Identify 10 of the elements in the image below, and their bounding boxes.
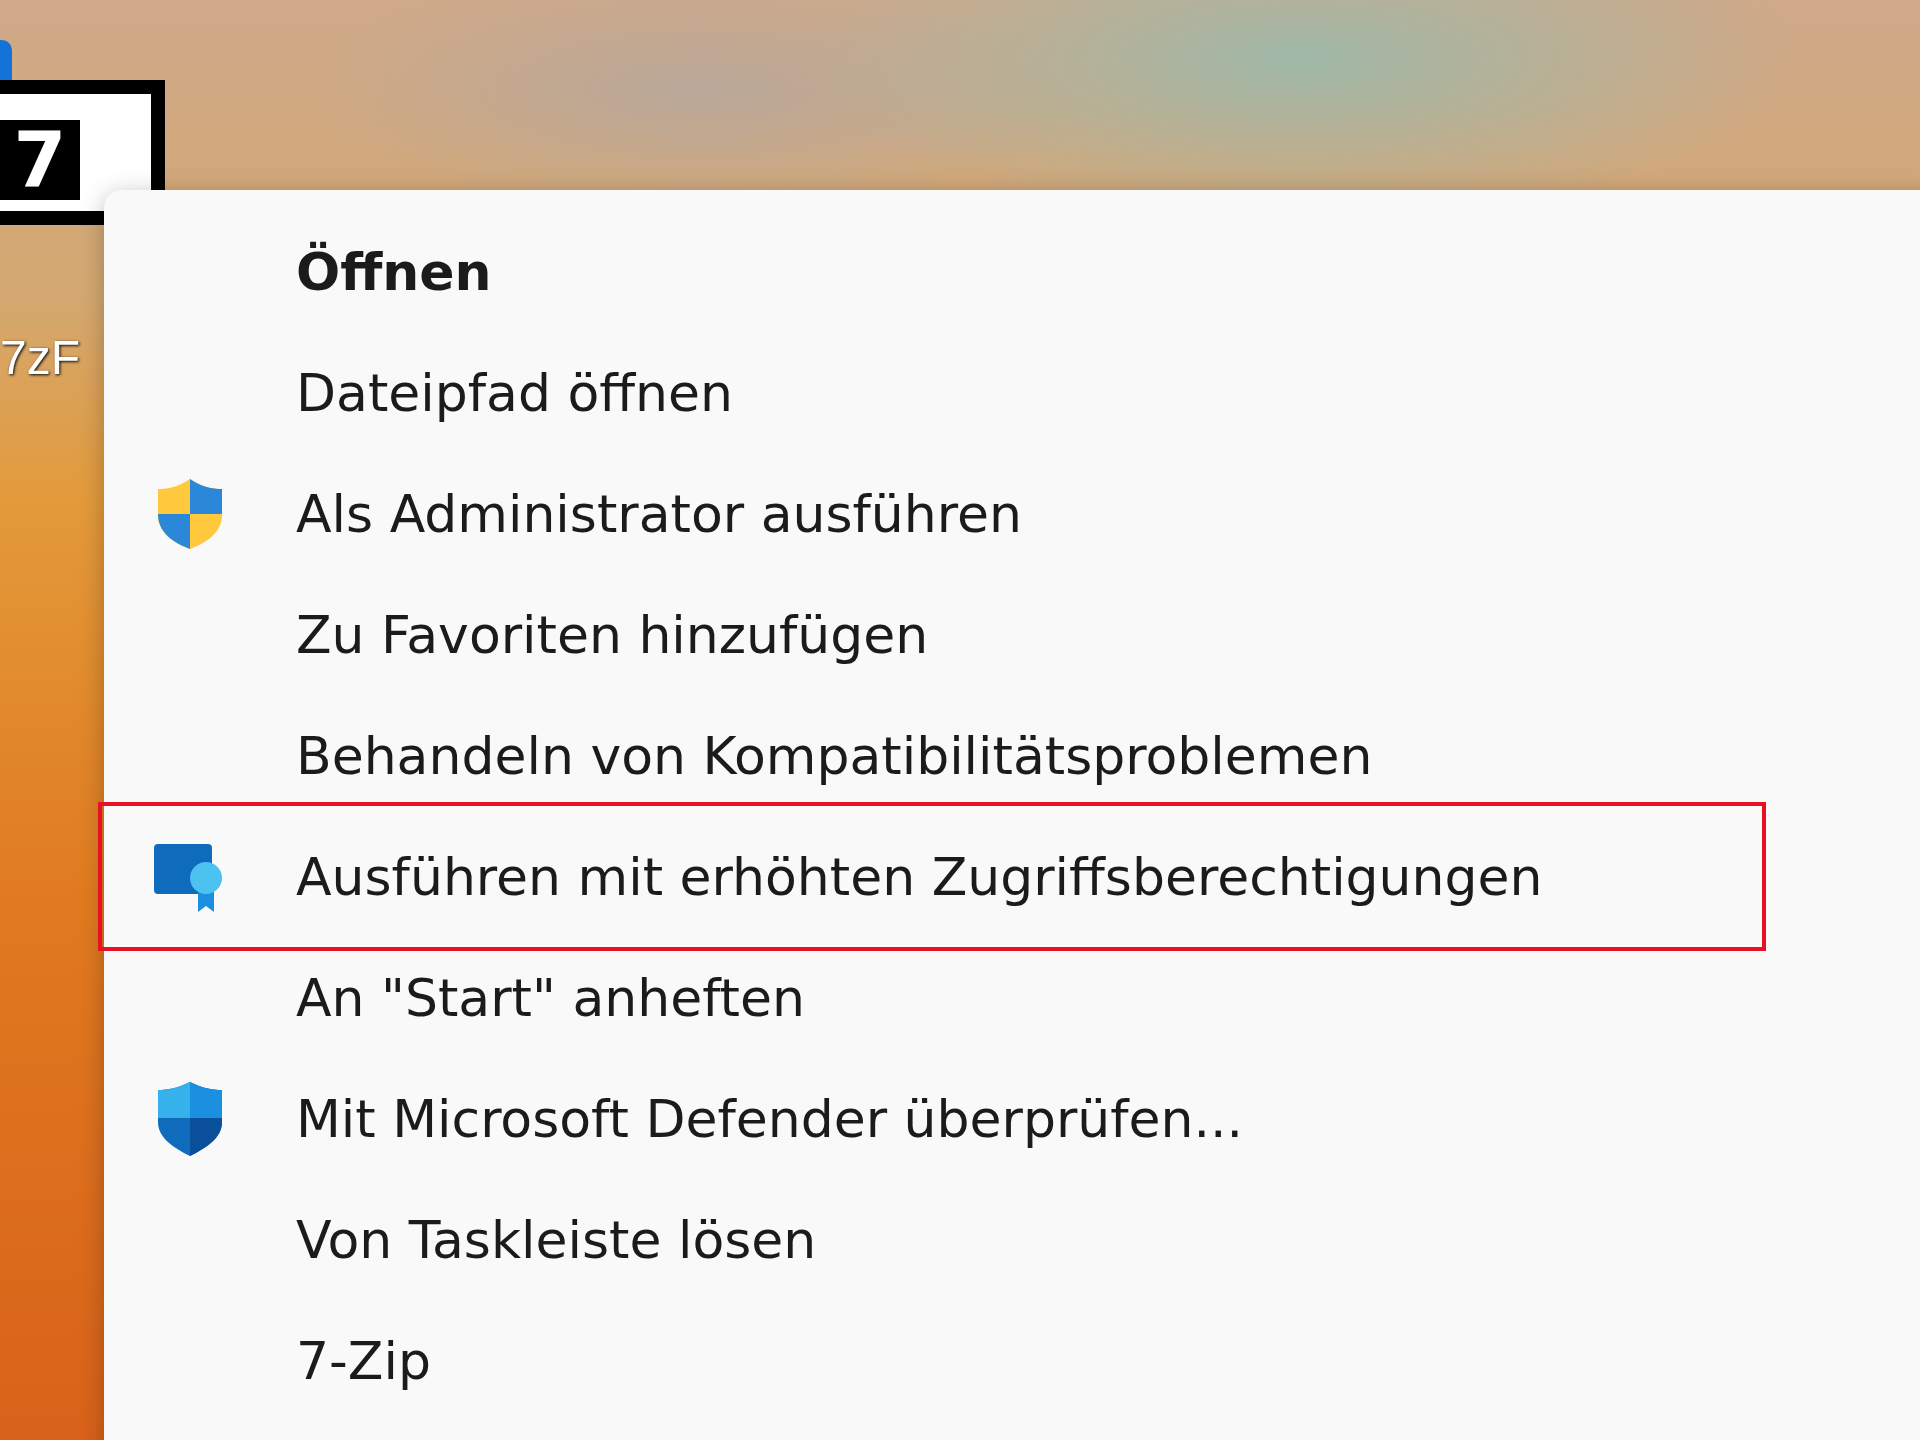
menu-item[interactable]: Ausführen mit erhöhten Zugriffsberechtigungen — [112, 816, 1752, 937]
menu-item[interactable]: Zu Favoriten hinzufügen — [112, 574, 1752, 695]
menu-item[interactable]: 7-Zip — [112, 1300, 1752, 1421]
menu-item[interactable]: An "Start" anheften — [112, 937, 1752, 1058]
menu-item[interactable]: Mit Microsoft Defender überprüfen... — [112, 1058, 1752, 1179]
menu-item[interactable]: Von Taskleiste lösen — [112, 1179, 1752, 1300]
menu-item[interactable]: Behandeln von Kompatibilitätsproblemen — [112, 695, 1752, 816]
menu-item[interactable]: Als Administrator ausführen — [112, 453, 1752, 574]
menu-item[interactable]: Dateipfad öffnen — [112, 332, 1752, 453]
archive-app-icon[interactable]: 7 — [0, 80, 165, 225]
